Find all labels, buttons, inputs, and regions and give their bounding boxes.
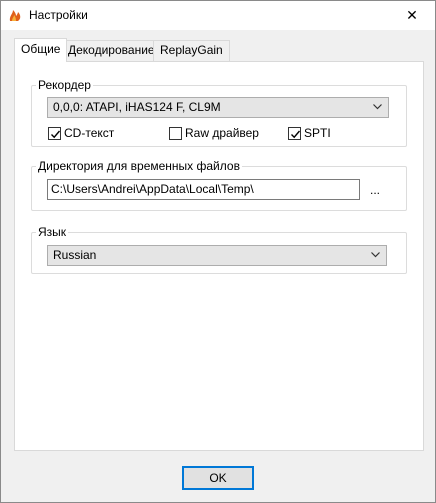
language-group: Язык Russian — [31, 225, 407, 274]
cd-text-checkbox-box[interactable] — [48, 126, 61, 140]
ok-button-label: OK — [209, 471, 227, 485]
flame-icon — [7, 7, 23, 23]
language-select[interactable]: Russian — [47, 245, 387, 266]
raw-driver-label: Raw драйвер — [185, 126, 259, 140]
raw-driver-checkbox[interactable]: Raw драйвер — [169, 125, 259, 141]
cd-text-checkbox[interactable]: CD-текст — [48, 125, 114, 141]
chevron-down-icon — [373, 104, 382, 110]
checkmark-icon — [291, 130, 301, 138]
temp-dir-group-title: Директория для временных файлов — [36, 159, 242, 173]
tab-decoding[interactable]: Декодирование — [61, 40, 162, 61]
recorder-group-title: Рекордер — [36, 78, 93, 92]
tab-panel-general: Рекордер 0,0,0: ATAPI, iHAS124 F, CL9M C… — [14, 61, 424, 451]
recorder-group: Рекордер 0,0,0: ATAPI, iHAS124 F, CL9M C… — [31, 78, 407, 147]
tab-decoding-label: Декодирование — [68, 43, 155, 57]
title-bar: Настройки ✕ — [1, 1, 435, 30]
language-group-title: Язык — [36, 225, 69, 239]
spti-checkbox-box[interactable] — [288, 126, 301, 140]
temp-dir-input[interactable]: C:\Users\Andrei\AppData\Local\Temp\ — [47, 179, 360, 200]
spti-label: SPTI — [304, 126, 331, 140]
close-icon: ✕ — [406, 7, 418, 23]
ok-button[interactable]: OK — [182, 466, 254, 490]
temp-dir-group: Директория для временных файлов C:\Users… — [31, 159, 407, 211]
tab-general-label: Общие — [21, 42, 61, 56]
language-value: Russian — [53, 248, 97, 262]
recorder-device-select[interactable]: 0,0,0: ATAPI, iHAS124 F, CL9M — [47, 97, 389, 118]
browse-button[interactable]: ... — [370, 183, 380, 197]
tab-replaygain-label: ReplayGain — [160, 43, 223, 57]
close-button[interactable]: ✕ — [389, 1, 435, 30]
cd-text-label: CD-текст — [64, 126, 115, 140]
settings-window: Настройки ✕ Общие Декодирование ReplayGa… — [0, 0, 436, 503]
raw-driver-checkbox-box[interactable] — [169, 126, 182, 140]
chevron-down-icon — [371, 252, 380, 258]
spti-checkbox[interactable]: SPTI — [288, 125, 331, 141]
tab-general[interactable]: Общие — [14, 38, 68, 62]
checkmark-icon — [51, 130, 61, 138]
tab-replaygain[interactable]: ReplayGain — [153, 40, 230, 61]
temp-dir-path: C:\Users\Andrei\AppData\Local\Temp\ — [51, 182, 254, 196]
recorder-device-value: 0,0,0: ATAPI, iHAS124 F, CL9M — [53, 100, 221, 114]
window-title: Настройки — [29, 8, 88, 22]
